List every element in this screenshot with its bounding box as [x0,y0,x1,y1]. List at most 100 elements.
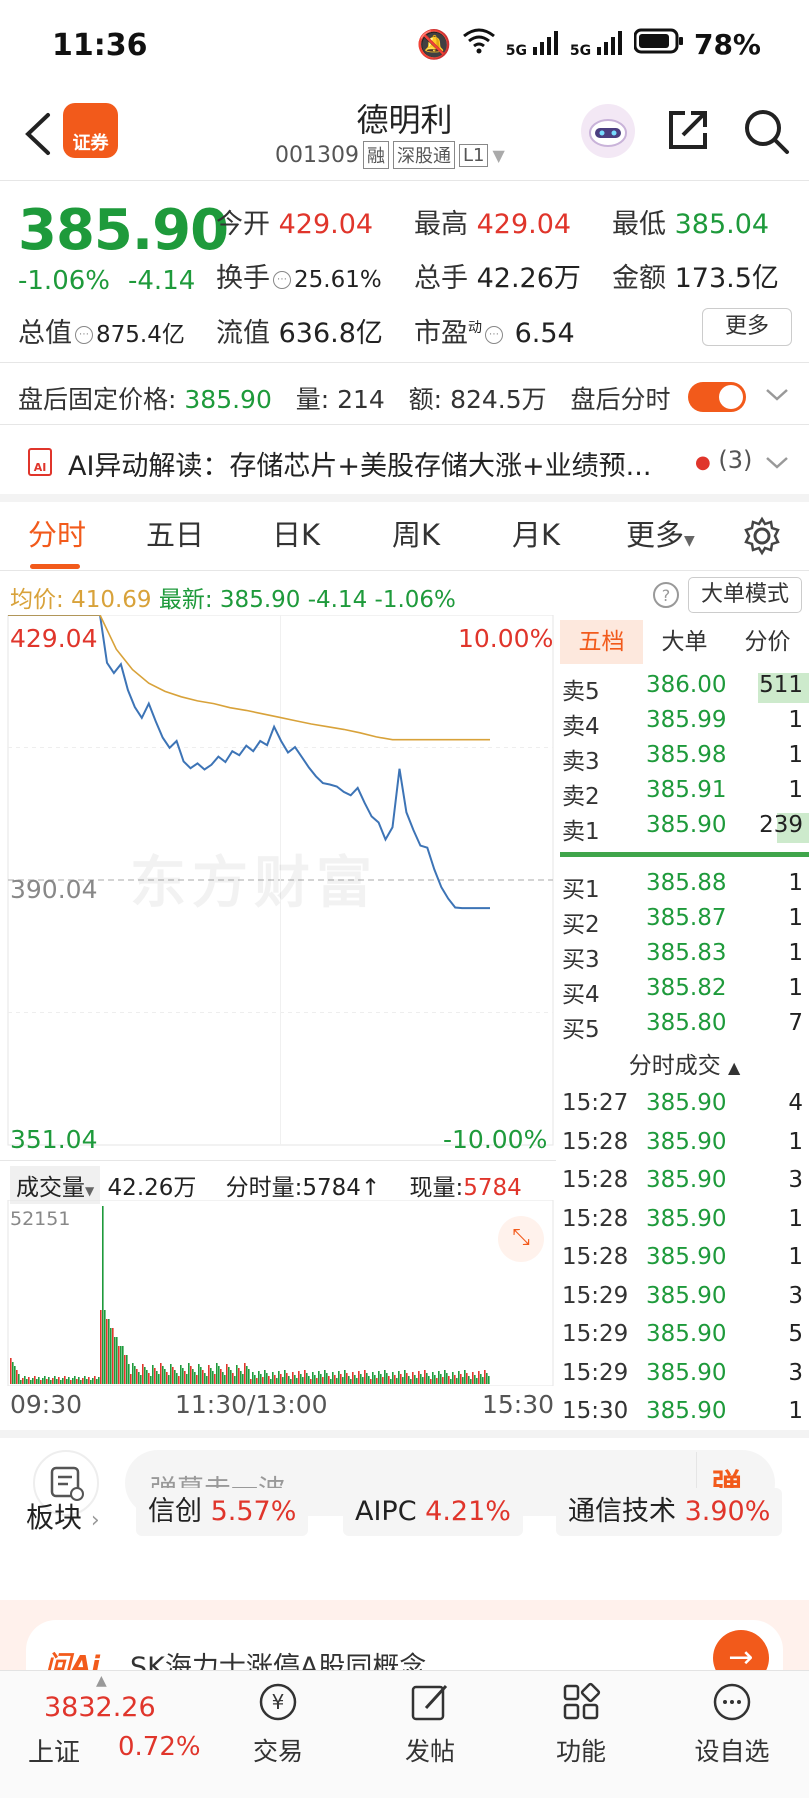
index-name[interactable]: 上证 [28,1732,80,1769]
volume-bar [238,1368,240,1384]
stock-code-row[interactable]: 001309 融 深股通 L1 ▼ [275,141,505,169]
volume-bar [474,1375,476,1384]
bid-row[interactable]: 买5 385.80 7 [560,1010,809,1044]
volume-bar [196,1375,198,1384]
ai-insight[interactable]: AI异动解读：存储芯片+美股存储大涨+业绩预... [68,444,651,483]
tab-intraday[interactable]: 分时 [28,512,86,554]
tab-five-level[interactable]: 五档 [560,620,643,664]
volume-bar [340,1374,342,1384]
bid-row[interactable]: 买2 385.87 1 [560,905,809,939]
expand-icon[interactable]: ⤡ [498,1216,544,1262]
volume-selector[interactable]: 成交量▼ [10,1166,101,1204]
volume-bar [464,1370,466,1384]
volume-bar [112,1328,114,1384]
volume-bar [448,1376,450,1384]
bid-volume: 7 [788,1010,803,1036]
ask-row[interactable]: 卖5 386.00 511 [560,672,809,706]
nav-add-watchlist[interactable]: 设自选 [677,1680,787,1768]
volume-bar [98,1377,100,1384]
volume-bar [186,1374,188,1384]
chevron-down-icon[interactable] [764,452,790,476]
help-icon[interactable]: ? [652,581,680,613]
sector-label[interactable]: 板块 › [26,1496,100,1548]
volume-bar [212,1371,214,1384]
volume-chart[interactable] [0,1200,556,1386]
volume-bar [466,1373,468,1384]
sector-chip-2[interactable]: AIPC 4.21% [343,1488,523,1536]
volume-bar [394,1375,396,1384]
share-icon[interactable] [665,107,711,157]
afterhours-toggle[interactable] [688,382,746,412]
volume-bar [182,1368,184,1384]
volume-bar [174,1370,176,1384]
sector-chip-3[interactable]: 通信技术 3.90% [556,1488,783,1536]
volume-bar [26,1379,28,1384]
nav-post[interactable]: 发帖 [375,1680,485,1768]
ask-row[interactable]: 卖4 385.99 1 [560,707,809,741]
robot-avatar-icon[interactable] [580,103,636,163]
big-order-mode-button[interactable]: 大单模式 [688,577,802,613]
volume-bar [298,1371,300,1384]
volume-bar [360,1374,362,1384]
volume-bar [220,1369,222,1384]
volume-bar [86,1379,88,1384]
bid-price: 385.82 [646,975,727,1001]
tag-connect: 深股通 [392,141,455,169]
volume-bar [164,1369,166,1384]
bid-row[interactable]: 买4 385.82 1 [560,975,809,1009]
yuan-cycle-icon: ¥ [259,1683,297,1721]
ask-row[interactable]: 卖3 385.98 1 [560,742,809,776]
index-value[interactable]: 3832.26 [44,1692,156,1723]
ask-row[interactable]: 卖1 385.90 239 [560,812,809,846]
mute-icon: 🔕 [416,28,452,61]
volume-bar [162,1366,164,1384]
tab-weekly[interactable]: 周K [392,512,440,554]
volume-bar [240,1371,242,1384]
gear-icon[interactable] [742,516,782,560]
unread-dot-icon: ● [695,452,711,473]
ask-volume: 511 [759,672,803,698]
volume-bar [222,1372,224,1384]
ai-insight-count[interactable]: ● (3) [695,446,752,474]
ticks-title[interactable]: 分时成交 ▲ [560,1046,809,1080]
more-circle-icon [713,1683,751,1721]
index-pct[interactable]: 0.72% [118,1732,201,1762]
tab-monthly[interactable]: 月K [512,512,560,554]
tab-big-orders[interactable]: 大单 [643,620,726,664]
bid-row[interactable]: 买3 385.83 1 [560,940,809,974]
bid-price: 385.80 [646,1010,727,1036]
volume-bar [148,1373,150,1384]
chevron-right-icon: › [90,1508,100,1533]
ask-label: 卖2 [562,784,600,810]
tab-more[interactable]: 更多▼ [626,512,695,554]
bid-row[interactable]: 买1 385.88 1 [560,870,809,904]
more-stats-button[interactable]: 更多 [702,308,792,346]
volume-bar [38,1377,40,1384]
volume-bar [62,1378,64,1384]
volume-bar [352,1372,354,1384]
volume-bar [308,1376,310,1384]
volume-bar [424,1370,426,1384]
volume-bar [134,1366,136,1384]
nav-functions[interactable]: 功能 [526,1680,636,1768]
tab-price-dist[interactable]: 分价 [726,620,809,664]
nav-trade[interactable]: ¥ 交易 [223,1680,333,1768]
tick-row: 15:29 385.90 5 [560,1321,809,1355]
y-axis-mid-price: 390.04 [10,875,98,904]
sector-chip-1[interactable]: 信创 5.57% [136,1488,309,1536]
volume-bar [104,1310,106,1384]
signal-icon: 5G [506,30,560,59]
volume-bar [402,1377,404,1384]
volume-bar [230,1370,232,1384]
grid-icon [563,1682,601,1720]
status-icons: 🔕 5G 5G 78% [417,28,761,61]
search-icon[interactable] [742,107,790,159]
wifi-icon [462,28,496,61]
tab-daily[interactable]: 日K [272,512,320,554]
bid-volume: 1 [788,940,803,966]
chevron-down-icon[interactable] [764,384,790,408]
volume-bar [368,1376,370,1384]
tab-5day[interactable]: 五日 [146,512,204,554]
ask-volume: 1 [788,777,803,803]
ask-row[interactable]: 卖2 385.91 1 [560,777,809,811]
